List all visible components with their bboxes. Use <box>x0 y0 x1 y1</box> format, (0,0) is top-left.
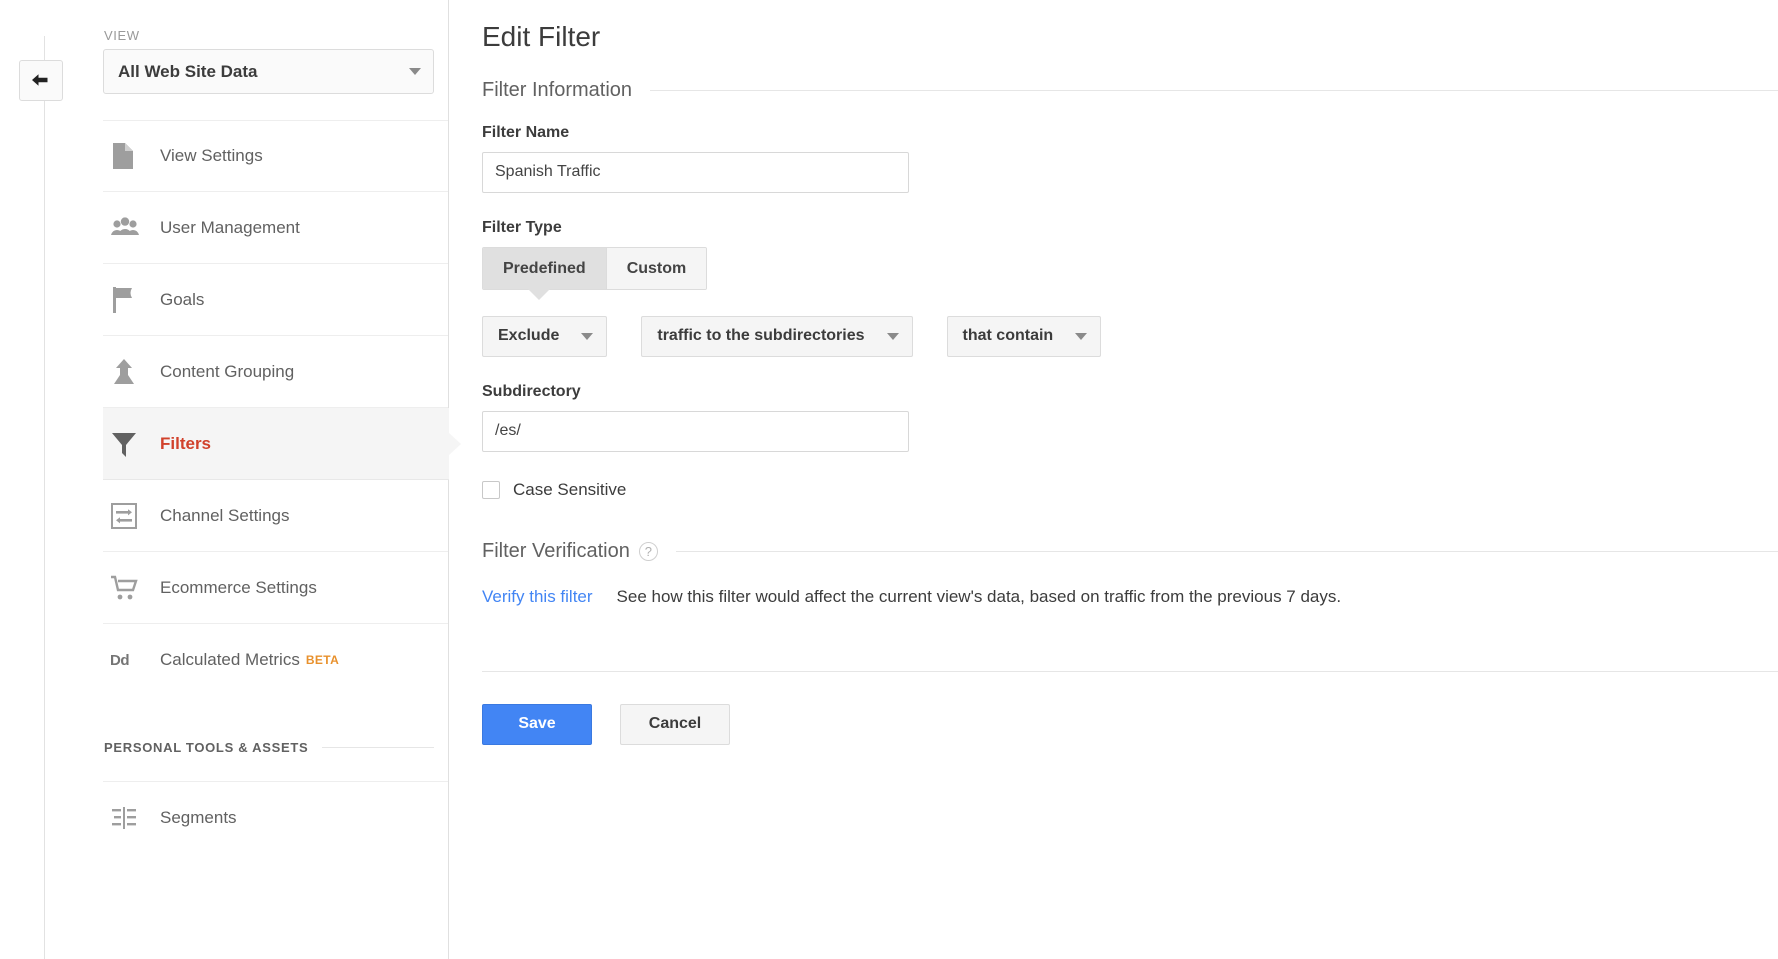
sidebar-item-ecommerce-settings[interactable]: Ecommerce Settings <box>103 552 448 624</box>
filter-verb-value: Exclude <box>498 327 559 345</box>
sidebar-item-calculated-metrics[interactable]: Dd Calculated Metrics BETA <box>103 624 448 696</box>
sidebar-item-label: Filters <box>160 434 211 454</box>
section-divider <box>650 90 1778 91</box>
beta-badge: BETA <box>306 653 339 667</box>
subdirectory-input[interactable] <box>482 411 909 452</box>
sidebar-item-goals[interactable]: Goals <box>103 264 448 336</box>
action-buttons: Save Cancel <box>482 704 1778 745</box>
case-sensitive-label: Case Sensitive <box>513 480 626 500</box>
filter-type-tabs: Predefined Custom <box>482 247 707 290</box>
document-icon <box>104 141 160 171</box>
filter-type-tabs-wrap: Predefined Custom <box>482 247 1778 290</box>
funnel-icon <box>104 429 160 459</box>
chevron-down-icon <box>1075 333 1087 340</box>
actions-divider <box>482 671 1778 672</box>
sidebar-item-user-management[interactable]: User Management <box>103 192 448 264</box>
view-selector[interactable]: All Web Site Data <box>103 49 434 94</box>
chevron-down-icon <box>887 333 899 340</box>
verify-row: Verify this filter See how this filter w… <box>482 587 1778 607</box>
dd-icon: Dd <box>104 652 160 669</box>
filter-match-dropdown[interactable]: that contain <box>947 316 1102 357</box>
filter-name-label: Filter Name <box>482 124 1778 142</box>
filter-verification-section-header: Filter Verification ? <box>482 540 1778 563</box>
analytics-admin-page: VIEW All Web Site Data View Settings <box>0 0 1778 959</box>
sidebar-item-label: Calculated Metrics <box>160 650 300 670</box>
people-icon <box>104 217 160 239</box>
edit-filter-panel: Edit Filter Filter Information Filter Na… <box>449 0 1778 959</box>
filter-information-section-header: Filter Information <box>482 79 1778 102</box>
section-divider <box>676 551 1778 552</box>
rail-divider <box>44 36 45 959</box>
sidebar-nav: View Settings User Management <box>103 120 448 696</box>
sidebar-item-label: Ecommerce Settings <box>160 578 317 598</box>
back-arrow-icon <box>29 71 53 91</box>
personal-tools-label: PERSONAL TOOLS & ASSETS <box>104 740 308 755</box>
help-icon[interactable]: ? <box>639 542 658 561</box>
save-button[interactable]: Save <box>482 704 592 745</box>
filter-verification-heading: Filter Verification <box>482 540 630 563</box>
case-sensitive-row[interactable]: Case Sensitive <box>482 480 1778 500</box>
filter-name-input[interactable] <box>482 152 909 193</box>
personal-tools-section-header: PERSONAL TOOLS & ASSETS <box>103 696 448 755</box>
selected-tab-pointer-icon <box>528 289 550 300</box>
sidebar-item-channel-settings[interactable]: Channel Settings <box>103 480 448 552</box>
sidebar-item-label: View Settings <box>160 146 263 166</box>
filter-target-dropdown[interactable]: traffic to the subdirectories <box>641 316 912 357</box>
sidebar-item-label: Channel Settings <box>160 506 289 526</box>
channel-settings-icon <box>104 502 160 530</box>
filter-information-heading: Filter Information <box>482 79 632 102</box>
sidebar-item-view-settings[interactable]: View Settings <box>103 120 448 192</box>
sidebar-item-segments[interactable]: Segments <box>103 781 448 853</box>
sidebar-item-label: Goals <box>160 290 204 310</box>
sidebar-item-filters[interactable]: Filters <box>103 408 449 480</box>
back-button[interactable] <box>19 60 63 101</box>
flag-icon <box>104 285 160 315</box>
filter-type-label: Filter Type <box>482 219 1778 237</box>
segments-icon <box>104 806 160 830</box>
sidebar-nav-lower: Segments <box>103 781 448 853</box>
case-sensitive-checkbox[interactable] <box>482 481 500 499</box>
verify-description: See how this filter would affect the cur… <box>617 587 1342 607</box>
filter-verb-dropdown[interactable]: Exclude <box>482 316 607 357</box>
filter-match-value: that contain <box>963 327 1054 345</box>
chevron-down-icon <box>581 333 593 340</box>
filter-target-value: traffic to the subdirectories <box>657 327 864 345</box>
view-section-label: VIEW <box>103 0 448 49</box>
section-divider <box>322 747 434 748</box>
page-title: Edit Filter <box>482 22 1778 53</box>
verify-this-filter-link[interactable]: Verify this filter <box>482 587 593 607</box>
subdirectory-label: Subdirectory <box>482 383 1778 401</box>
tab-predefined[interactable]: Predefined <box>483 248 606 289</box>
view-selector-value: All Web Site Data <box>118 62 409 82</box>
cancel-button[interactable]: Cancel <box>620 704 730 745</box>
filter-type-block: Filter Type Predefined Custom Exclude tr… <box>482 219 1778 357</box>
filter-expression-row: Exclude traffic to the subdirectories th… <box>482 316 1778 357</box>
left-rail <box>0 0 103 959</box>
content-grouping-icon <box>104 357 160 387</box>
subdirectory-block: Subdirectory Case Sensitive <box>482 383 1778 500</box>
sidebar-item-label: Content Grouping <box>160 362 294 382</box>
filter-name-block: Filter Name <box>482 124 1778 193</box>
sidebar-item-label: Segments <box>160 808 237 828</box>
sidebar-item-content-grouping[interactable]: Content Grouping <box>103 336 448 408</box>
shopping-cart-icon <box>104 574 160 602</box>
chevron-down-icon <box>409 68 421 75</box>
admin-sidebar: VIEW All Web Site Data View Settings <box>103 0 449 959</box>
sidebar-item-label: User Management <box>160 218 300 238</box>
tab-custom[interactable]: Custom <box>606 248 707 289</box>
